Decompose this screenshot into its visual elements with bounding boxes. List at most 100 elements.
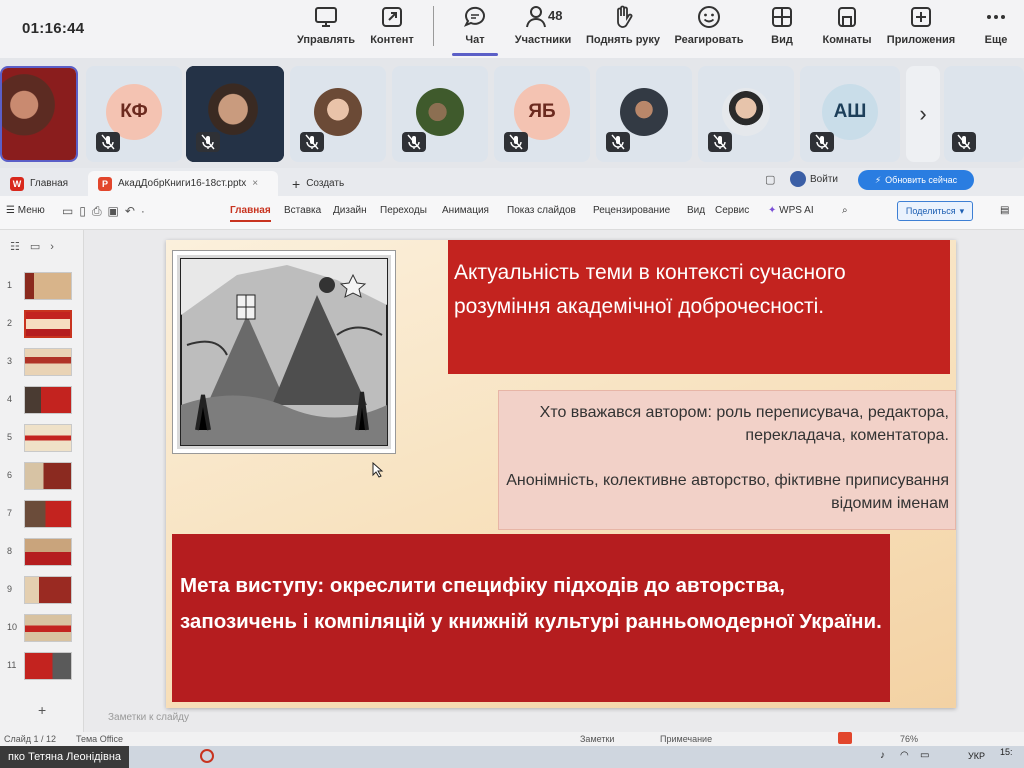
breakout-rooms-icon: [818, 4, 876, 30]
wifi-icon[interactable]: ◠: [900, 750, 909, 761]
slide-number: 8: [7, 546, 13, 556]
new-tab-button[interactable]: + Создать: [282, 171, 354, 196]
slide-number: 1: [7, 280, 13, 290]
slide-thumbnail[interactable]: 1: [0, 272, 84, 302]
ribbon-tab-transitions[interactable]: Переходы: [380, 205, 427, 216]
chat-button[interactable]: Чат: [450, 4, 500, 56]
manage-screen-icon: [296, 4, 356, 30]
menu-button[interactable]: ☰ Меню: [6, 205, 45, 216]
slide-title[interactable]: Актуальність теми в контексті сучасного …: [448, 240, 950, 374]
keyboard-language[interactable]: УКР: [968, 751, 985, 761]
slide-thumbnail[interactable]: 11: [0, 652, 84, 682]
quick-access-icons[interactable]: ▭▯⎙▣↶·: [62, 204, 151, 219]
slide-thumbnail-image: [24, 424, 72, 452]
next-participants-button[interactable]: ›: [906, 66, 940, 162]
comment-icon[interactable]: ▤: [1000, 205, 1009, 216]
search-icon[interactable]: ⌕: [842, 205, 848, 216]
chat-icon: [450, 4, 500, 30]
participant-tile[interactable]: [186, 66, 284, 162]
battery-icon[interactable]: ▭: [920, 750, 929, 761]
ribbon-tab-animation[interactable]: Анимация: [442, 205, 489, 216]
ribbon-tab-design[interactable]: Дизайн: [333, 205, 367, 216]
volume-icon[interactable]: ♪: [880, 750, 885, 761]
notes-toggle[interactable]: Заметки: [580, 734, 614, 744]
play-slideshow-icon[interactable]: [838, 732, 852, 744]
apps-label: Приложения: [886, 34, 956, 46]
mouse-cursor-icon: [372, 461, 384, 483]
slide-canvas[interactable]: Актуальність теми в контексті сучасного …: [166, 240, 956, 708]
close-icon[interactable]: ×: [252, 178, 258, 189]
rooms-button[interactable]: Комнаты: [818, 4, 876, 46]
slide-notes-placeholder[interactable]: Заметки к слайду: [108, 712, 189, 723]
comments-toggle[interactable]: Примечание: [660, 734, 712, 744]
slide-goal[interactable]: Мета виступу: окреслити специфіку підход…: [172, 534, 890, 702]
participant-tile[interactable]: АШ: [800, 66, 900, 162]
slide-thumbnail[interactable]: 7: [0, 500, 84, 530]
system-clock[interactable]: 15:: [1000, 747, 1013, 757]
apps-button[interactable]: Приложения: [884, 4, 958, 46]
view-button[interactable]: Вид: [764, 4, 800, 46]
engraving-illustration: [177, 255, 391, 449]
share-label: Поделиться: [905, 206, 956, 216]
status-bar: Слайд 1 / 12 Тема Office Заметки Примеча…: [0, 732, 1024, 746]
mic-off-icon: [504, 132, 528, 152]
apps-plus-icon: [884, 4, 958, 30]
slide-thumbnail[interactable]: 6: [0, 462, 84, 492]
participant-tile[interactable]: КФ: [86, 66, 182, 162]
add-slide-button[interactable]: +: [38, 702, 46, 718]
share-button[interactable]: Поделиться ▾: [897, 201, 973, 221]
login-button[interactable]: Войти: [790, 171, 838, 187]
people-count-badge: 48: [548, 8, 563, 23]
ribbon-tab-insert[interactable]: Вставка: [284, 205, 321, 216]
more-button[interactable]: Еще: [980, 4, 1012, 46]
slide-thumbnail[interactable]: 4: [0, 386, 84, 416]
raise-hand-button[interactable]: Поднять руку: [582, 4, 664, 46]
react-button[interactable]: Реагировать: [672, 4, 746, 46]
ribbon-tab-tools[interactable]: Сервис: [715, 205, 749, 216]
ribbon-tab-view[interactable]: Вид: [687, 205, 705, 216]
slide-number: 5: [7, 432, 13, 442]
people-button[interactable]: 48 Участники: [510, 4, 576, 46]
slide-thumbnail[interactable]: 2: [0, 310, 84, 340]
update-label: Обновить сейчас: [885, 175, 958, 185]
home-tab[interactable]: W Главная: [0, 171, 78, 196]
ribbon-tab-home[interactable]: Главная: [230, 205, 271, 222]
slide-number: 10: [7, 622, 18, 632]
react-smile-icon: [672, 4, 746, 30]
participant-tile[interactable]: [0, 66, 78, 162]
slide-points-box[interactable]: Хто вважався автором: роль переписувача,…: [498, 390, 956, 530]
zoom-level[interactable]: 76%: [900, 734, 918, 744]
slide-thumbnail-image: [24, 348, 72, 376]
app-icon[interactable]: [200, 749, 214, 763]
presentation-tab[interactable]: P АкадДобрКниги16-18ст.pptx ×: [88, 171, 278, 196]
ribbon-tab-slideshow[interactable]: Показ слайдов: [507, 205, 576, 216]
more-dots-icon: [980, 4, 1012, 30]
participant-photo: [416, 88, 464, 136]
content-button[interactable]: Контент: [366, 4, 418, 46]
slide-thumbnail-image: [24, 614, 72, 642]
pptx-file-icon: P: [98, 176, 112, 191]
slide-point: Хто вважався автором: роль переписувача,…: [539, 404, 949, 444]
slide-thumbnail[interactable]: 5: [0, 424, 84, 454]
meeting-timer: 01:16:44: [22, 20, 85, 37]
slide-thumbnail[interactable]: 8: [0, 538, 84, 568]
update-now-button[interactable]: ⚡ Обновить сейчас: [858, 170, 974, 190]
mic-off-icon: [196, 132, 220, 152]
slide-thumbnail[interactable]: 9: [0, 576, 84, 606]
slide-number: 3: [7, 356, 13, 366]
thumbnail-view-toggle[interactable]: ☷▭›: [10, 240, 64, 253]
engraving-image: [172, 250, 396, 454]
participant-tile[interactable]: [290, 66, 386, 162]
window-layout-icon[interactable]: ▢: [765, 173, 775, 186]
slide-thumbnail[interactable]: 10: [0, 614, 84, 644]
participant-tile[interactable]: ЯБ: [494, 66, 590, 162]
manage-button[interactable]: Управлять: [296, 4, 356, 46]
ribbon-tab-review[interactable]: Рецензирование: [593, 205, 670, 216]
participant-tile[interactable]: [944, 66, 1024, 162]
participant-tile[interactable]: [698, 66, 794, 162]
participant-tile[interactable]: [392, 66, 488, 162]
participant-tile[interactable]: [596, 66, 692, 162]
slide-thumbnail-image: [24, 310, 72, 338]
slide-thumbnail[interactable]: 3: [0, 348, 84, 378]
wps-ai-button[interactable]: ✦ WPS AI: [768, 205, 814, 216]
